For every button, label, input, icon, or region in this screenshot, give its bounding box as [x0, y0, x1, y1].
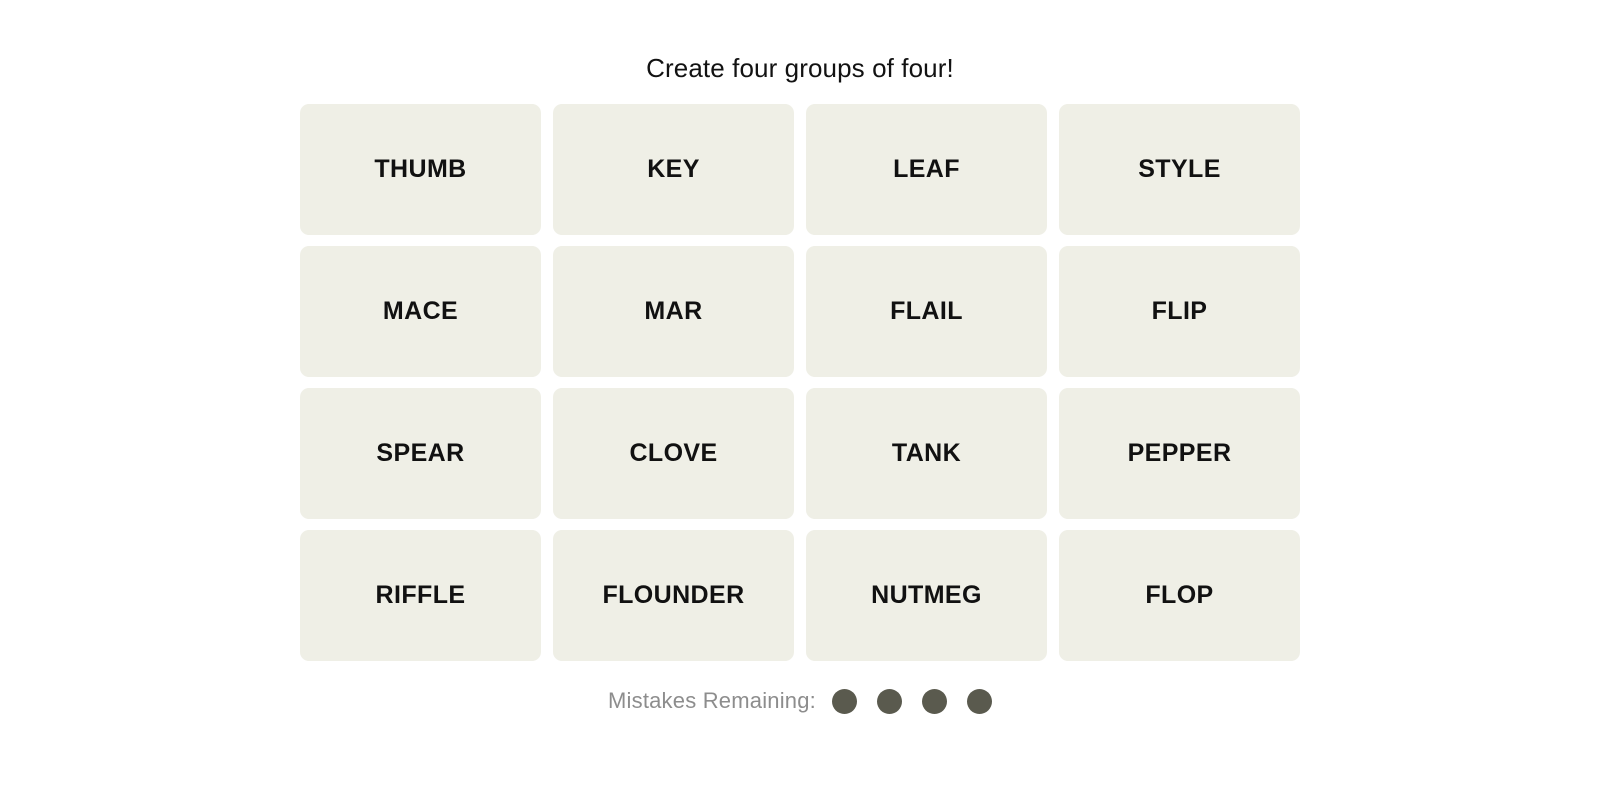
word-tile-label: FLOP: [1145, 581, 1214, 609]
word-tile[interactable]: FLOP: [1059, 530, 1300, 661]
mistakes-remaining-label: Mistakes Remaining:: [608, 688, 816, 713]
word-tile[interactable]: FLIP: [1059, 246, 1300, 377]
word-tile[interactable]: MACE: [300, 246, 541, 377]
word-tile-label: NUTMEG: [871, 581, 982, 609]
mistakes-remaining: Mistakes Remaining:: [608, 688, 992, 714]
word-tile-label: KEY: [647, 155, 700, 183]
word-tile-label: FLAIL: [890, 297, 963, 325]
word-tile-label: CLOVE: [629, 439, 718, 467]
word-tile-label: SPEAR: [376, 439, 465, 467]
connections-game: Create four groups of four! THUMB KEY LE…: [0, 0, 1600, 800]
word-tile[interactable]: FLOUNDER: [553, 530, 794, 661]
word-tile[interactable]: THUMB: [300, 104, 541, 235]
word-tile-label: TANK: [891, 439, 962, 467]
word-grid: THUMB KEY LEAF STYLE MACE MAR FLAIL FLIP…: [300, 104, 1300, 661]
word-tile[interactable]: LEAF: [806, 104, 1047, 235]
word-tile-label: FLIP: [1151, 297, 1208, 325]
word-tile[interactable]: TANK: [806, 388, 1047, 519]
word-tile[interactable]: KEY: [553, 104, 794, 235]
instruction-text: Create four groups of four!: [646, 53, 954, 83]
word-tile-label: MAR: [644, 297, 703, 325]
word-tile-label: RIFFLE: [375, 581, 466, 609]
word-tile-label: PEPPER: [1127, 439, 1232, 467]
word-tile[interactable]: CLOVE: [553, 388, 794, 519]
word-tile[interactable]: FLAIL: [806, 246, 1047, 377]
mistake-dot: [877, 688, 902, 714]
word-tile-label: STYLE: [1138, 155, 1221, 183]
word-tile-label: LEAF: [893, 155, 960, 183]
word-tile-label: THUMB: [374, 155, 467, 183]
word-tile-label: FLOUNDER: [602, 581, 745, 609]
mistake-dot: [922, 688, 947, 714]
mistake-dot: [832, 688, 857, 714]
mistake-dots: [832, 688, 992, 714]
word-tile[interactable]: NUTMEG: [806, 530, 1047, 661]
word-tile[interactable]: MAR: [553, 246, 794, 377]
word-tile[interactable]: STYLE: [1059, 104, 1300, 235]
word-tile[interactable]: SPEAR: [300, 388, 541, 519]
word-tile[interactable]: PEPPER: [1059, 388, 1300, 519]
mistake-dot: [967, 688, 992, 714]
word-tile[interactable]: RIFFLE: [300, 530, 541, 661]
word-tile-label: MACE: [382, 297, 459, 325]
